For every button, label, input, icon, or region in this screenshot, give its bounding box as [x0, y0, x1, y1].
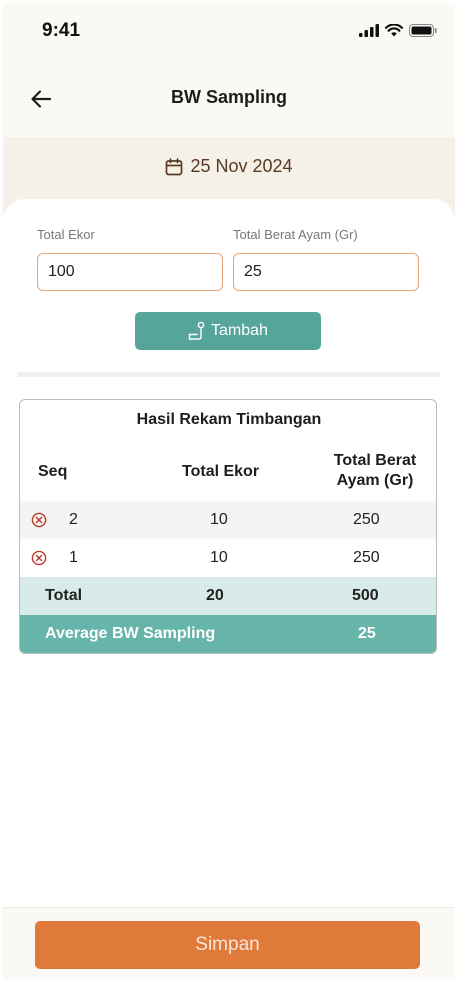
total-ekor-value: 20: [206, 587, 224, 604]
average-label: Average BW Sampling: [45, 625, 216, 642]
total-row: Total 20 500: [20, 577, 436, 615]
row-total-ekor: 10: [210, 511, 228, 528]
content-card: Total Ekor Total Berat Ayam (Gr) Tambah …: [3, 199, 455, 907]
date-display[interactable]: 25 Nov 2024: [3, 156, 455, 177]
table-row: 1 10 250: [20, 539, 436, 577]
header: BW Sampling: [3, 59, 455, 139]
delete-row-icon[interactable]: [31, 512, 47, 528]
total-label: Total: [45, 587, 83, 604]
signal-icon: [359, 24, 379, 37]
date-text: 25 Nov 2024: [190, 156, 293, 176]
total-ekor-input[interactable]: [37, 253, 223, 291]
calendar-icon: [166, 157, 183, 175]
hasil-rekam-table: Hasil Rekam Timbangan Seq Total Ekor Tot…: [19, 399, 437, 654]
divider: [18, 372, 440, 377]
tambah-button[interactable]: Tambah: [135, 312, 321, 350]
status-bar: 9:41: [3, 3, 455, 59]
bottom-bar: Simpan: [3, 907, 455, 979]
row-total-berat: 250: [353, 549, 380, 566]
average-row: Average BW Sampling 25: [20, 615, 436, 653]
scale-icon: [188, 321, 205, 340]
simpan-button[interactable]: Simpan: [35, 921, 420, 969]
total-berat-input[interactable]: [233, 253, 419, 291]
tambah-label: Tambah: [211, 322, 268, 339]
header-seq: Seq: [38, 463, 68, 480]
row-seq: 2: [69, 511, 78, 528]
total-berat-label: Total Berat Ayam (Gr): [233, 227, 358, 242]
app-screen: 9:41 BW Sampling 25 Nov 2024 Total Ekor …: [3, 3, 455, 979]
table-title: Hasil Rekam Timbangan: [136, 411, 322, 428]
status-icons: [359, 24, 437, 37]
row-total-berat: 250: [353, 511, 380, 528]
table-row: 2 10 250: [20, 501, 436, 539]
total-berat-value: 500: [352, 587, 379, 604]
average-value: 25: [358, 625, 376, 642]
delete-row-icon[interactable]: [31, 550, 47, 566]
wifi-icon: [385, 24, 403, 37]
row-seq: 1: [69, 549, 78, 566]
page-title: BW Sampling: [171, 87, 287, 107]
header-total-ekor: Total Ekor: [182, 463, 260, 480]
total-ekor-label: Total Ekor: [37, 227, 95, 242]
header-total-berat: Total Berat Ayam (Gr): [333, 452, 417, 489]
status-time: 9:41: [42, 20, 81, 41]
row-total-ekor: 10: [210, 549, 228, 566]
battery-icon: [409, 24, 437, 37]
